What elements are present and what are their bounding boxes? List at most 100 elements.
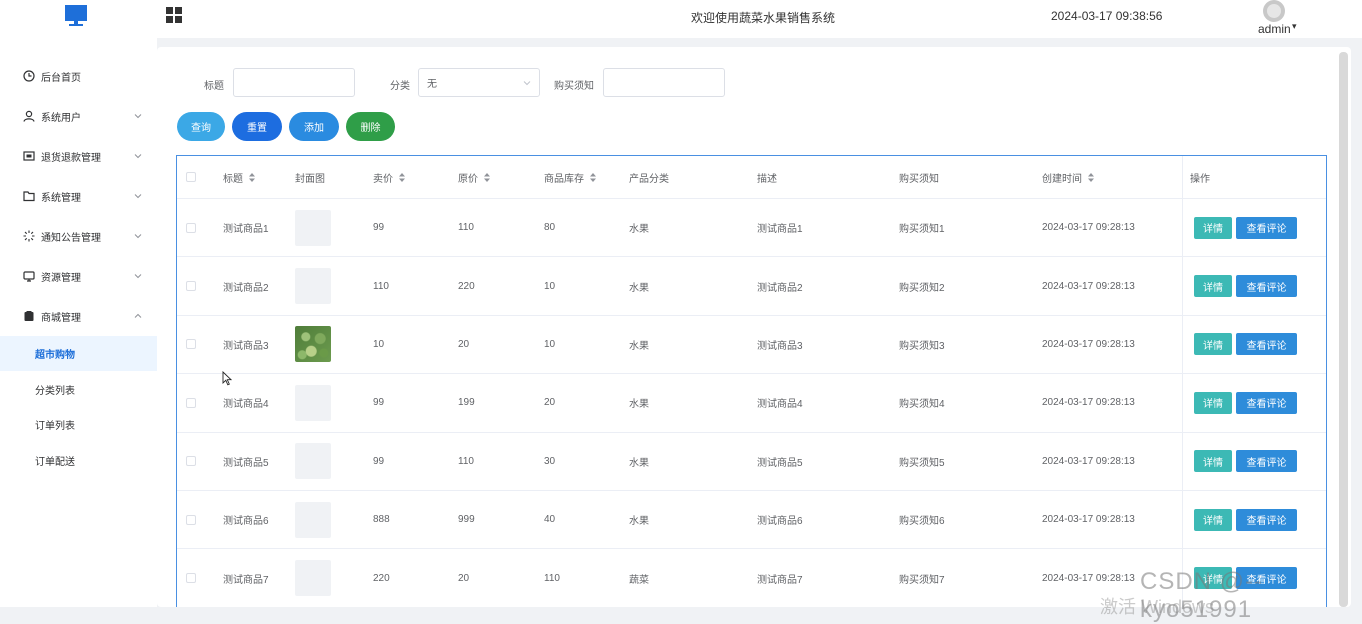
add-button[interactable]: 添加 [289,112,339,141]
cell-desc: 测试商品5 [757,457,803,469]
column-header-description: 描述 [757,156,777,198]
scrollbar[interactable] [1339,52,1348,607]
table-row[interactable]: 测试商品2 110 220 10 水果 测试商品2 购买须知2 2024-03-17 09:2… [177,257,1326,316]
caret-down-icon[interactable]: ▾ [1292,21,1297,32]
column-header-stock[interactable]: 商品库存 [544,156,596,198]
row-checkbox[interactable] [186,281,196,292]
column-header-label: 创建时间 [1042,173,1082,185]
chevron-down-icon [134,274,142,279]
user-icon [23,110,35,122]
category-filter-label: 分类 [390,81,410,92]
cell-title: 测试商品3 [223,340,269,352]
detail-button[interactable]: 详情 [1194,333,1232,356]
monitor-icon[interactable] [64,5,88,27]
column-header-price[interactable]: 卖价 [373,156,405,198]
row-checkbox[interactable] [186,456,196,467]
sort-icon[interactable] [249,172,255,182]
reset-button[interactable]: 重置 [232,112,282,141]
column-header-label: 卖价 [373,173,393,185]
delete-button[interactable]: 删除 [346,112,395,141]
cell-cat: 水果 [629,516,649,528]
sidebar-item-refunds[interactable]: 退货退款管理 [0,136,157,176]
sidebar-subitem-delivery[interactable]: 订单配送 [0,443,157,478]
sidebar-item-resources[interactable]: 资源管理 [0,256,157,296]
view-comments-button[interactable]: 查看评论 [1236,333,1297,356]
table-row[interactable]: 测试商品3 10 20 10 水果 测试商品3 购买须知3 2024-03-17 09:28:… [177,316,1326,375]
cell-title: 测试商品5 [223,457,269,469]
search-button[interactable]: 查询 [177,112,225,141]
sidebar-subitem-supermarket[interactable]: 超市购物 [0,336,157,371]
cell-notice: 购买须知1 [899,224,945,236]
notice-filter-input[interactable] [603,68,725,97]
select-all-checkbox[interactable] [186,172,196,182]
detail-button[interactable]: 详情 [1194,450,1232,473]
title-filter-input[interactable] [233,68,355,97]
grid-icon[interactable] [166,7,182,23]
avatar[interactable] [1262,0,1286,22]
detail-button[interactable]: 详情 [1194,275,1232,298]
view-comments-button[interactable]: 查看评论 [1236,216,1297,239]
sidebar-item-home[interactable]: 后台首页 [0,56,157,96]
column-header-created[interactable]: 创建时间 [1042,156,1094,198]
sidebar-item-users[interactable]: 系统用户 [0,96,157,136]
sort-icon[interactable] [484,172,490,182]
cover-image [295,268,331,305]
sidebar-subitem-categories[interactable]: 分类列表 [0,372,157,407]
system-title: 欢迎使用蔬菜水果销售系统 [691,11,836,25]
cell-desc: 测试商品6 [757,516,803,528]
chevron-up-icon [134,313,142,318]
detail-button[interactable]: 详情 [1194,391,1232,414]
view-comments-button[interactable]: 查看评论 [1236,450,1297,473]
row-checkbox[interactable] [186,573,196,584]
table-row[interactable]: 测试商品1 99 110 80 水果 测试商品1 购买须知1 2024-03-17 09:28… [177,199,1326,258]
cell-stock: 20 [544,397,556,409]
detail-button[interactable]: 详情 [1194,216,1232,239]
cell-price: 220 [373,572,390,584]
cell-desc: 测试商品7 [757,574,803,586]
sidebar-item-notices[interactable]: 通知公告管理 [0,216,157,256]
cell-stock: 80 [544,222,556,234]
cell-desc: 测试商品1 [757,224,803,236]
sort-icon[interactable] [1088,172,1094,182]
chevron-down-icon [134,194,142,199]
view-comments-button[interactable]: 查看评论 [1236,508,1297,531]
sidebar-subitem-orders[interactable]: 订单列表 [0,407,157,442]
cell-cat: 水果 [629,399,649,411]
row-checkbox[interactable] [186,339,196,350]
sidebar-subitem-label: 超市购物 [35,350,75,361]
sidebar-item-label: 通知公告管理 [41,232,101,244]
user-name[interactable]: admin [1258,22,1291,36]
cell-title: 测试商品7 [223,574,269,586]
cell-desc: 测试商品4 [757,399,803,411]
table-row[interactable]: 测试商品6 888 999 40 水果 测试商品6 购买须知6 2024-03-17 09:2… [177,491,1326,550]
column-header-actions: 操作 [1190,156,1210,198]
sort-icon[interactable] [590,172,596,182]
windows-activation-watermark: 激活 Windows [1100,597,1215,617]
sort-icon[interactable] [399,172,405,182]
row-checkbox[interactable] [186,397,196,408]
column-header-original-price[interactable]: 原价 [458,156,490,198]
row-checkbox[interactable] [186,222,196,233]
sidebar-item-label: 商城管理 [41,312,81,324]
cell-title: 测试商品1 [223,224,269,236]
cell-created: 2024-03-17 09:28:13 [1042,338,1135,350]
column-header-title[interactable]: 标题 [223,156,255,198]
cell-orig: 999 [458,514,475,526]
sidebar-item-system[interactable]: 系统管理 [0,176,157,216]
table-header-row: 标题 封面图 卖价 原价 商品库存 产品分类 描述 购买须知 创建时间 操作 [177,156,1326,199]
product-table: 标题 封面图 卖价 原价 商品库存 产品分类 描述 购买须知 创建时间 操作 测… [176,155,1327,607]
cell-stock: 30 [544,455,556,467]
category-select[interactable]: 无 [418,68,540,97]
view-comments-button[interactable]: 查看评论 [1236,391,1297,414]
cell-notice: 购买须知6 [899,516,945,528]
row-checkbox[interactable] [186,514,196,525]
table-row[interactable]: 测试商品4 99 199 20 水果 测试商品4 购买须知4 2024-03-17 09:28… [177,374,1326,433]
cell-price: 99 [373,455,385,467]
cover-image [295,560,331,597]
cell-orig: 220 [458,280,475,292]
view-comments-button[interactable]: 查看评论 [1236,275,1297,298]
sidebar-item-shop[interactable]: 商城管理 [0,296,157,336]
column-header-label: 购买须知 [899,173,939,185]
detail-button[interactable]: 详情 [1194,508,1232,531]
table-row[interactable]: 测试商品5 99 110 30 水果 测试商品5 购买须知5 2024-03-17 09:28… [177,433,1326,491]
